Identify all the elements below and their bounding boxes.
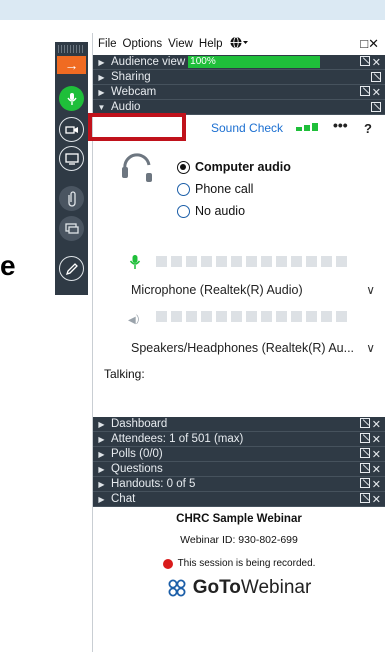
section-sharing[interactable]: ▶ Sharing [93,70,385,85]
radio-unselected[interactable] [177,204,190,218]
radio-selected[interactable] [177,160,190,174]
popout-icon[interactable] [359,55,370,66]
expand-triangle-icon: ▶ [98,72,105,82]
section-handouts[interactable]: ▶ Handouts: 0 of 5 ✕ [93,477,385,492]
webcam-icon[interactable] [59,117,84,142]
audio-panel: Sound Check ••• ? Computer audio Phone c… [93,115,385,417]
collapse-triangle-icon: ▼ [97,102,106,112]
popout-icon[interactable] [359,432,370,443]
gotowebinar-control-panel: File Options View Help □✕ ▶ Audience vie… [92,33,385,652]
section-questions[interactable]: ▶ Questions ✕ [93,462,385,477]
screen-icon[interactable] [59,146,84,171]
expand-triangle-icon: ▶ [98,434,105,444]
section-audience-view[interactable]: ▶ Audience view 100% ✕ [93,55,385,70]
popout-icon[interactable] [359,492,370,503]
section-audio[interactable]: ▼ Audio [93,100,385,115]
menu-options[interactable]: Options [123,38,163,50]
menu-view[interactable]: View [168,38,193,50]
chevron-down-icon: ∨ [366,341,375,355]
help-button[interactable]: ? [364,121,372,136]
section-controls[interactable] [371,72,381,82]
more-options-button[interactable]: ••• [333,117,348,133]
section-controls[interactable]: ✕ [359,447,381,461]
radio-no-audio[interactable]: No audio [177,204,245,218]
section-controls[interactable]: ✕ [359,432,381,446]
popout-icon[interactable] [359,447,370,458]
recording-status: This session is being recorded. [93,558,385,569]
section-controls[interactable]: ✕ [359,417,381,431]
section-controls[interactable]: ✕ [359,85,381,99]
globe-icon[interactable] [229,36,249,52]
section-controls[interactable] [371,102,381,112]
audience-view-progress: 100% [188,56,321,68]
chevron-down-icon: ∨ [366,283,375,297]
headset-icon [122,153,152,182]
sound-check-link[interactable]: Sound Check [211,121,283,135]
webinar-title: CHRC Sample Webinar [176,513,302,525]
section-chat[interactable]: ▶ Chat ✕ [93,492,385,507]
chat-bubble-icon[interactable] [59,216,84,241]
speakers-select[interactable]: Speakers/Headphones (Realtek(R) Au... ∨ [131,341,379,355]
popout-icon[interactable] [359,462,370,473]
expand-triangle-icon: ▶ [98,87,105,97]
webinar-id: Webinar ID: 930-802-699 [180,534,298,546]
menu-bar: File Options View Help □✕ [93,33,385,55]
expand-triangle-icon: ▶ [98,449,105,459]
section-controls[interactable]: ✕ [359,55,381,69]
control-toolbar: → [55,42,88,295]
talking-label: Talking: [104,367,145,381]
expand-triangle-icon: ▶ [98,479,105,489]
radio-phone-call[interactable]: Phone call [177,182,253,196]
section-controls[interactable]: ✕ [359,477,381,491]
mic-level-meter [156,256,347,267]
speaker-level-meter [156,311,347,322]
expand-triangle-icon: ▶ [98,464,105,474]
toolbar-grip[interactable] [58,45,85,53]
section-attendees[interactable]: ▶ Attendees: 1 of 501 (max) ✕ [93,432,385,447]
expand-triangle-icon: ▶ [98,57,105,67]
microphone-select[interactable]: Microphone (Realtek(R) Audio) ∨ [131,283,379,297]
microphone-icon[interactable] [59,86,84,111]
expand-triangle-icon: ▶ [98,419,105,429]
webinar-footer: CHRC Sample Webinar Webinar ID: 930-802-… [93,513,385,599]
section-controls[interactable]: ✕ [359,492,381,506]
expand-triangle-icon: ▶ [98,494,105,504]
section-polls[interactable]: ▶ Polls (0/0) ✕ [93,447,385,462]
radio-unselected[interactable] [177,182,190,196]
handout-icon[interactable] [59,186,84,211]
menu-help[interactable]: Help [199,38,223,50]
popout-icon[interactable] [359,417,370,428]
gotowebinar-brand: GoTo Webinar [93,577,385,599]
popout-icon[interactable] [359,85,370,96]
window-controls[interactable]: □✕ [360,36,379,52]
popout-icon[interactable] [359,477,370,488]
radio-computer-audio[interactable]: Computer audio [177,160,291,174]
background-topband [0,0,385,20]
background-slide-text: e [0,250,16,281]
popout-icon[interactable] [371,72,381,82]
section-webcam[interactable]: ▶ Webcam ✕ [93,85,385,100]
popout-icon[interactable] [371,102,381,112]
section-controls[interactable]: ✕ [359,462,381,476]
menu-file[interactable]: File [98,38,117,50]
microphone-icon [129,255,141,269]
gotowebinar-logo-icon [168,579,186,597]
arrow-right-icon[interactable]: → [57,56,86,74]
recording-dot-icon [162,558,173,569]
signal-bars-icon [296,123,318,131]
section-dashboard[interactable]: ▶ Dashboard ✕ [93,417,385,432]
speaker-icon: ◀） [128,315,146,326]
pen-icon[interactable] [59,256,84,281]
